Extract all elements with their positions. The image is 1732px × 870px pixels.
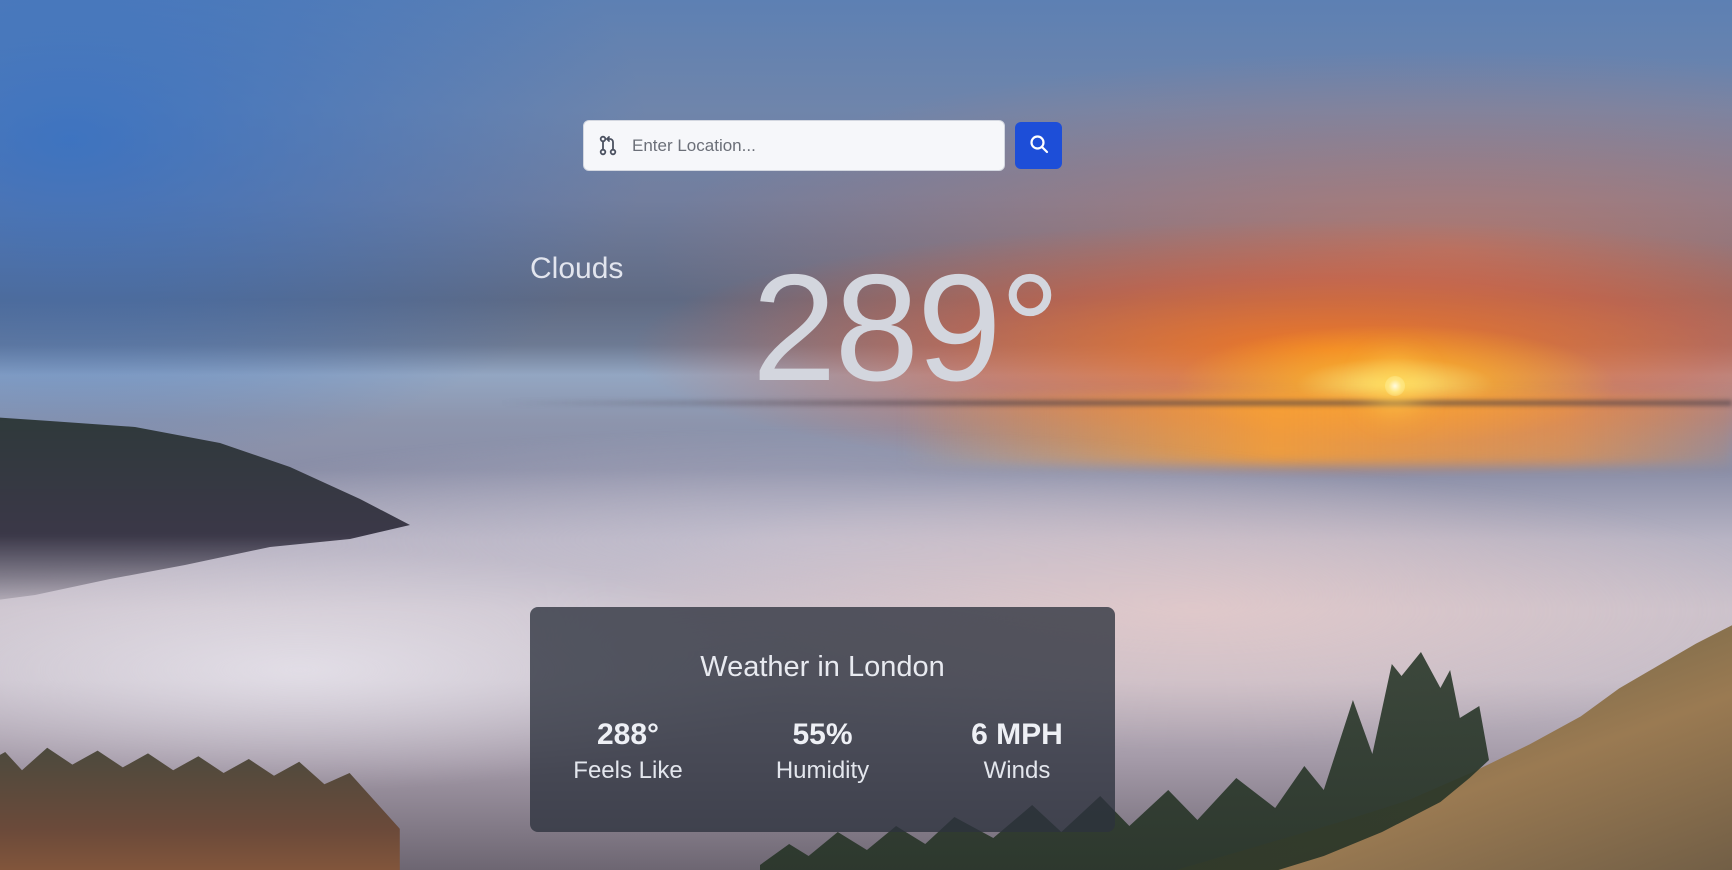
current-temperature: 289°	[752, 243, 1060, 413]
weather-condition: Clouds	[530, 252, 624, 285]
stat-value: 6 MPH	[971, 718, 1063, 751]
stat-label: Winds	[983, 757, 1051, 784]
weather-details-card: Weather in London 288° Feels Like 55% Hu…	[530, 607, 1115, 832]
horizon-line	[500, 400, 1732, 406]
git-pull-request-icon	[598, 135, 618, 157]
stat-label: Humidity	[775, 757, 870, 784]
location-search-box[interactable]	[583, 120, 1005, 171]
stats-row: 288° Feels Like 55% Humidity 6 MPH Winds	[530, 717, 1115, 787]
stat-winds: 6 MPH Winds	[957, 717, 1077, 787]
stat-label: Feels Like	[573, 757, 683, 784]
search-bar	[583, 120, 1062, 171]
stat-feels-like: 288° Feels Like	[568, 717, 688, 787]
search-icon	[1029, 134, 1049, 157]
search-button[interactable]	[1015, 122, 1062, 169]
stat-value: 55%	[792, 718, 853, 751]
card-title: Weather in London	[700, 651, 945, 683]
stat-humidity: 55% Humidity	[763, 717, 883, 787]
location-input[interactable]	[630, 134, 992, 157]
sun	[1385, 376, 1405, 396]
stat-value: 288°	[596, 718, 660, 751]
